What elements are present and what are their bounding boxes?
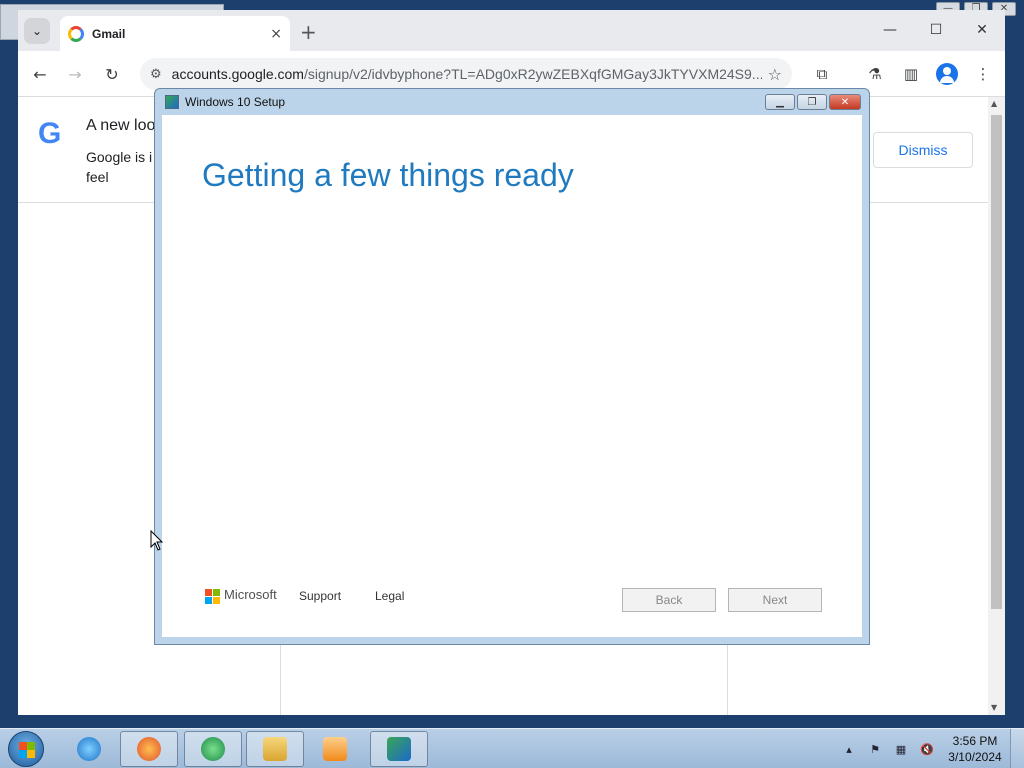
taskbar: ▴ ⚑ ▦ 🔇 3:56 PM 3/10/2024 (0, 728, 1024, 768)
labs-flask-icon[interactable]: ⚗ (864, 63, 886, 85)
banner-text: Google is i feel (86, 149, 153, 185)
forward-arrow-icon[interactable]: → (63, 62, 87, 86)
chevron-down-icon: ⌄ (31, 24, 43, 38)
google-favicon-icon (68, 25, 84, 42)
setup-minimize-button[interactable]: ▁ (765, 94, 795, 110)
extensions-icon[interactable]: ⧉ (811, 63, 833, 85)
setup-restore-button[interactable]: ❐ (797, 94, 827, 110)
microsoft-brand: Microsoft (224, 587, 277, 602)
show-desktop-button[interactable] (1010, 729, 1024, 768)
action-center-flag-icon[interactable]: ⚑ (867, 741, 883, 757)
page-content-column (280, 645, 728, 715)
url-host: accounts.google.com (171, 66, 304, 82)
side-panel-icon[interactable]: ▥ (900, 63, 922, 85)
microsoft-logo-icon (205, 589, 220, 604)
volume-muted-icon[interactable]: 🔇 (919, 741, 935, 757)
start-button[interactable] (8, 731, 44, 767)
media-player-icon (323, 737, 347, 761)
profile-avatar-icon[interactable] (936, 63, 958, 85)
setup-app-icon (165, 95, 179, 109)
maximize-button[interactable]: ☐ (913, 10, 959, 50)
site-info-icon[interactable]: ⚙ (150, 67, 162, 82)
back-button[interactable]: Back (622, 588, 716, 612)
menu-kebab-icon[interactable]: ⋮ (972, 63, 994, 85)
media-center-taskbar-icon[interactable] (184, 731, 242, 767)
dismiss-button[interactable]: Dismiss (873, 132, 973, 168)
tab-search-button[interactable]: ⌄ (24, 18, 50, 44)
setup-heading: Getting a few things ready (202, 157, 574, 193)
tab-gmail[interactable]: Gmail × (60, 16, 290, 51)
setup-titlebar[interactable]: Windows 10 Setup ▁ ❐ ✕ (155, 89, 869, 115)
close-button[interactable]: ✕ (959, 10, 1005, 50)
setup-title: Windows 10 Setup (185, 95, 286, 109)
url-path: /signup/v2/idvbyphone?TL=ADg0xR2ywZEBXqf… (303, 66, 762, 82)
back-arrow-icon[interactable]: ← (28, 62, 52, 86)
internet-explorer-icon (77, 737, 101, 761)
new-tab-button[interactable]: + (300, 20, 317, 44)
google-logo-icon: G (38, 117, 62, 150)
setup-icon (387, 737, 411, 761)
system-tray: ▴ ⚑ ▦ 🔇 3:56 PM 3/10/2024 (836, 729, 1024, 768)
browser-window-controls: — ☐ ✕ (867, 10, 1005, 50)
windows-flag-icon (19, 742, 35, 758)
internet-explorer-taskbar-icon[interactable] (60, 731, 118, 767)
support-link[interactable]: Support (299, 589, 341, 603)
tab-title: Gmail (92, 26, 126, 41)
url-text: accounts.google.com/signup/v2/idvbyphone… (172, 66, 762, 82)
setup-close-button[interactable]: ✕ (829, 94, 861, 110)
scroll-up-icon[interactable]: ▲ (991, 99, 997, 108)
minimize-button[interactable]: — (867, 10, 913, 50)
tab-strip: ⌄ Gmail × + — ☐ ✕ (18, 10, 1005, 51)
scroll-down-icon[interactable]: ▼ (991, 703, 997, 712)
clock[interactable]: 3:56 PM 3/10/2024 (940, 733, 1010, 765)
next-button[interactable]: Next (728, 588, 822, 612)
folder-icon (263, 737, 287, 761)
media-center-icon (201, 737, 225, 761)
banner-title: A new loo (86, 117, 156, 134)
media-player-taskbar-icon[interactable] (306, 731, 364, 767)
file-explorer-taskbar-icon[interactable] (246, 731, 304, 767)
address-bar[interactable]: ⚙ accounts.google.com/signup/v2/idvbypho… (140, 58, 792, 90)
windows-setup-taskbar-icon[interactable] (370, 731, 428, 767)
clock-time: 3:56 PM (952, 734, 998, 748)
scrollbar-thumb[interactable] (991, 115, 1002, 609)
legal-link[interactable]: Legal (375, 589, 404, 603)
bookmark-star-icon[interactable]: ☆ (768, 65, 782, 84)
firefox-taskbar-icon[interactable] (120, 731, 178, 767)
tab-close-icon[interactable]: × (270, 26, 282, 42)
clock-date: 3/10/2024 (948, 750, 1002, 764)
reload-icon[interactable]: ↻ (100, 62, 124, 86)
network-icon[interactable]: ▦ (893, 741, 909, 757)
show-hidden-icons-icon[interactable]: ▴ (841, 741, 857, 757)
page-scrollbar[interactable]: ▲ ▼ (988, 97, 1005, 715)
windows-setup-dialog: Windows 10 Setup ▁ ❐ ✕ Getting a few thi… (154, 88, 870, 645)
firefox-icon (137, 737, 161, 761)
setup-body: Getting a few things ready Microsoft Sup… (162, 115, 862, 637)
setup-window-controls: ▁ ❐ ✕ (765, 94, 861, 110)
